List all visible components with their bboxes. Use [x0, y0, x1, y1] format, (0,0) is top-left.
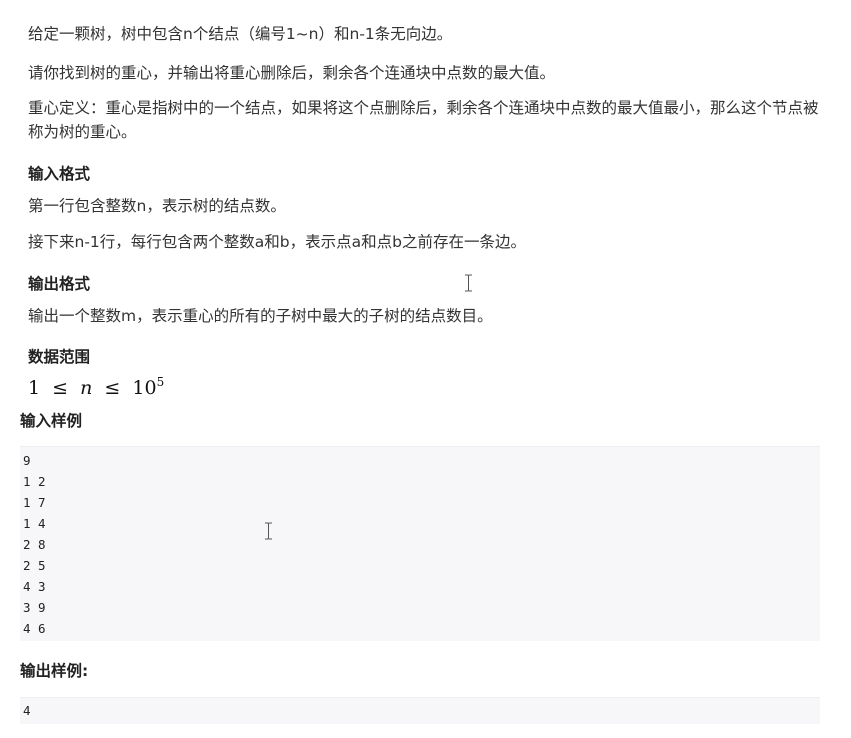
sample-input-line: 1 2 [23, 474, 46, 489]
formula-lower: 1 [28, 377, 41, 399]
formula-var: n [80, 377, 93, 399]
text-cursor-icon [464, 274, 473, 292]
sample-input-line: 4 6 [23, 621, 46, 636]
input-format-line-1: 第一行包含整数n，表示树的结点数。 [28, 197, 286, 215]
input-format-line-2: 接下来n-1行，每行包含两个整数a和b，表示点a和点b之前存在一条边。 [28, 233, 526, 251]
text-cursor-icon [264, 522, 273, 540]
description-line-2: 请你找到树的重心，并输出将重心删除后，剩余各个连通块中点数的最大值。 [28, 64, 556, 82]
sample-output-line: 4 [23, 703, 31, 718]
output-format-heading: 输出格式 [28, 275, 91, 293]
sample-input-line: 4 3 [23, 579, 46, 594]
sample-input-line: 2 5 [23, 558, 46, 573]
data-range-heading: 数据范围 [28, 348, 91, 366]
sample-input-line: 2 8 [23, 537, 46, 552]
formula-exponent: 5 [156, 375, 165, 389]
formula-op2: ≤ [104, 377, 121, 399]
sample-output-heading: 输出样例: [20, 662, 89, 680]
data-range-formula: 1 ≤ n ≤ 105 [28, 375, 164, 399]
sample-input-line: 9 [23, 453, 31, 468]
description-line-3: 重心定义：重心是指树中的一个结点，如果将这个点删除后，剩余各个连通块中点数的最大… [28, 99, 819, 141]
sample-input-line: 1 7 [23, 495, 46, 510]
formula-base: 10 [132, 377, 157, 399]
output-format-line-1: 输出一个整数m，表示重心的所有的子树中最大的子树的结点数目。 [28, 307, 493, 325]
formula-op1: ≤ [52, 377, 69, 399]
input-format-heading: 输入格式 [28, 165, 91, 183]
description-line-1: 给定一颗树，树中包含n个结点（编号1~n）和n-1条无向边。 [28, 25, 453, 43]
sample-input-line: 1 4 [23, 516, 46, 531]
sample-input-heading: 输入样例 [20, 412, 83, 430]
sample-output-codeblock[interactable]: 4 [20, 697, 820, 724]
problem-page: 给定一颗树，树中包含n个结点（编号1~n）和n-1条无向边。 请你找到树的重心，… [0, 0, 851, 738]
sample-input-line: 3 9 [23, 600, 46, 615]
sample-input-codeblock[interactable]: 9 1 2 1 7 1 4 2 8 2 5 4 3 3 9 4 6 [20, 446, 820, 641]
